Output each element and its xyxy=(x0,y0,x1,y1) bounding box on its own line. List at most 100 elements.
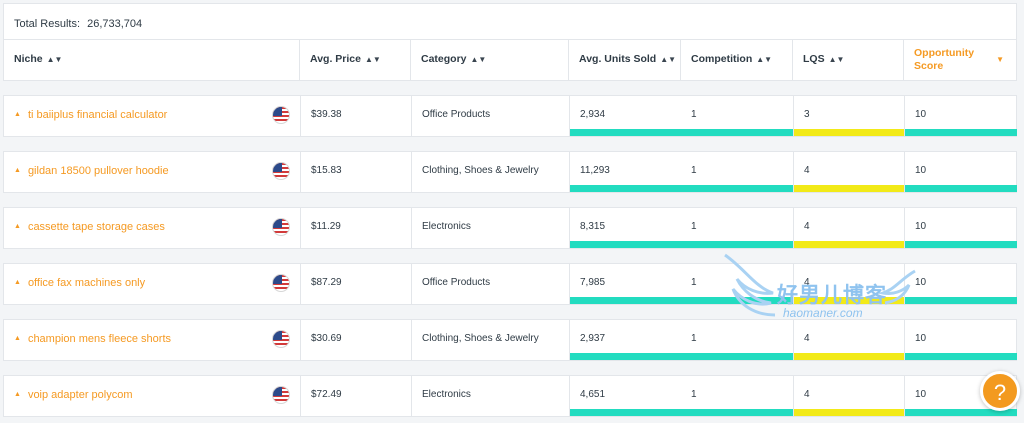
niche-link[interactable]: ▲ ti baiiplus financial calculator xyxy=(14,109,167,121)
avg-price-cell: $15.83 xyxy=(300,152,411,192)
column-opportunity-score[interactable]: Opportunity Score ▼ xyxy=(904,40,1016,80)
niche-link[interactable]: ▲ office fax machines only xyxy=(14,277,145,289)
sort-desc-icon: ▼ xyxy=(996,55,1004,64)
column-category[interactable]: Category ▲▼ xyxy=(411,40,569,80)
score-bar xyxy=(681,297,793,304)
category-value: Office Products xyxy=(422,277,491,288)
niche-link[interactable]: ▲ gildan 18500 pullover hoodie xyxy=(14,165,169,177)
niche-link[interactable]: ▲ voip adapter polycom xyxy=(14,389,133,401)
column-avg-units-sold[interactable]: Avg. Units Sold ▲▼ xyxy=(569,40,681,80)
niche-name[interactable]: voip adapter polycom xyxy=(28,389,133,401)
score-bar xyxy=(570,185,682,192)
score-bar xyxy=(794,185,905,192)
us-flag-icon xyxy=(272,330,290,348)
avg-price-cell: $72.49 xyxy=(300,376,411,416)
competition-value: 1 xyxy=(691,221,697,232)
caret-up-icon[interactable]: ▲ xyxy=(14,111,21,118)
results-panel: Total Results: 26,733,704 Niche ▲▼ Avg. P… xyxy=(3,3,1017,423)
total-results: Total Results: 26,733,704 xyxy=(3,3,1017,39)
score-bar xyxy=(570,241,682,248)
opportunity-score-value: 10 xyxy=(915,389,927,400)
category-cell: Electronics xyxy=(411,376,569,416)
caret-up-icon[interactable]: ▲ xyxy=(14,223,21,230)
sort-icon: ▲▼ xyxy=(828,55,845,64)
sort-icon: ▲▼ xyxy=(470,55,487,64)
score-bar xyxy=(681,353,793,360)
score-bar xyxy=(681,129,793,136)
avg-units-sold-cell: 2,934 xyxy=(569,96,682,136)
competition-value: 1 xyxy=(691,109,697,120)
table-row[interactable]: ▲ gildan 18500 pullover hoodie $15.83 Cloth… xyxy=(3,151,1017,193)
opportunity-score-value: 10 xyxy=(915,165,927,176)
caret-up-icon[interactable]: ▲ xyxy=(14,335,21,342)
help-button[interactable]: ? xyxy=(980,371,1020,411)
column-competition[interactable]: Competition ▲▼ xyxy=(681,40,793,80)
avg-price-cell: $39.38 xyxy=(300,96,411,136)
avg-units-sold-value: 2,937 xyxy=(580,333,606,344)
lqs-value: 3 xyxy=(804,109,810,120)
lqs-value: 4 xyxy=(804,165,810,176)
niche-link[interactable]: ▲ champion mens fleece shorts xyxy=(14,333,171,345)
table-row[interactable]: ▲ office fax machines only $87.29 Office Pr… xyxy=(3,263,1017,305)
niche-name[interactable]: ti baiiplus financial calculator xyxy=(28,109,167,121)
table-row[interactable]: ▲ champion mens fleece shorts $30.69 Clothi… xyxy=(3,319,1017,361)
competition-cell: 1 xyxy=(681,264,793,304)
niche-cell: ▲ champion mens fleece shorts xyxy=(4,320,300,360)
score-bar xyxy=(570,409,682,416)
avg-units-sold-cell: 4,651 xyxy=(569,376,682,416)
table-row[interactable]: ▲ ti baiiplus financial calculator $39.38 O… xyxy=(3,95,1017,137)
category-cell: Office Products xyxy=(411,96,569,136)
avg-units-sold-cell: 8,315 xyxy=(569,208,682,248)
score-bar xyxy=(570,297,682,304)
competition-value: 1 xyxy=(691,389,697,400)
avg-price-value: $87.29 xyxy=(311,277,342,288)
opportunity-score-cell: 10 xyxy=(904,152,1017,192)
avg-units-sold-value: 11,293 xyxy=(580,165,610,176)
score-bar xyxy=(570,129,682,136)
opportunity-score-value: 10 xyxy=(915,277,927,288)
competition-value: 1 xyxy=(691,165,697,176)
competition-cell: 1 xyxy=(681,96,793,136)
score-bar xyxy=(794,409,905,416)
category-value: Electronics xyxy=(422,389,471,400)
watermark-site: haomaner.com xyxy=(783,306,863,320)
column-avg-price[interactable]: Avg. Price ▲▼ xyxy=(300,40,411,80)
niche-name[interactable]: office fax machines only xyxy=(28,277,145,289)
avg-price-value: $11.29 xyxy=(311,221,341,232)
category-value: Clothing, Shoes & Jewelry xyxy=(422,333,539,344)
score-bar xyxy=(905,353,1017,360)
caret-up-icon[interactable]: ▲ xyxy=(14,167,21,174)
table-row[interactable]: ▲ voip adapter polycom $72.49 Electronics 4,… xyxy=(3,375,1017,417)
column-lqs[interactable]: LQS ▲▼ xyxy=(793,40,904,80)
competition-cell: 1 xyxy=(681,152,793,192)
niche-link[interactable]: ▲ cassette tape storage cases xyxy=(14,221,165,233)
niche-cell: ▲ ti baiiplus financial calculator xyxy=(4,96,300,136)
column-niche-label: Niche xyxy=(14,53,43,65)
score-bar xyxy=(681,409,793,416)
niche-cell: ▲ office fax machines only xyxy=(4,264,300,304)
lqs-cell: 4 xyxy=(793,152,905,192)
total-results-label: Total Results: xyxy=(14,18,81,30)
niche-name[interactable]: cassette tape storage cases xyxy=(28,221,165,233)
column-lqs-label: LQS xyxy=(803,53,825,65)
score-bar xyxy=(905,129,1017,136)
score-bar xyxy=(681,241,793,248)
avg-price-cell: $87.29 xyxy=(300,264,411,304)
column-niche[interactable]: Niche ▲▼ xyxy=(4,40,300,80)
competition-value: 1 xyxy=(691,277,697,288)
score-bar xyxy=(905,241,1017,248)
score-bar xyxy=(905,297,1017,304)
opportunity-score-value: 10 xyxy=(915,221,927,232)
category-value: Clothing, Shoes & Jewelry xyxy=(422,165,539,176)
caret-up-icon[interactable]: ▲ xyxy=(14,391,21,398)
niche-name[interactable]: gildan 18500 pullover hoodie xyxy=(28,165,169,177)
caret-up-icon[interactable]: ▲ xyxy=(14,279,21,286)
score-bar xyxy=(794,129,905,136)
niche-name[interactable]: champion mens fleece shorts xyxy=(28,333,171,345)
category-cell: Office Products xyxy=(411,264,569,304)
avg-price-cell: $30.69 xyxy=(300,320,411,360)
avg-price-value: $72.49 xyxy=(311,389,342,400)
table-row[interactable]: ▲ cassette tape storage cases $11.29 Electr… xyxy=(3,207,1017,249)
category-cell: Electronics xyxy=(411,208,569,248)
competition-cell: 1 xyxy=(681,320,793,360)
